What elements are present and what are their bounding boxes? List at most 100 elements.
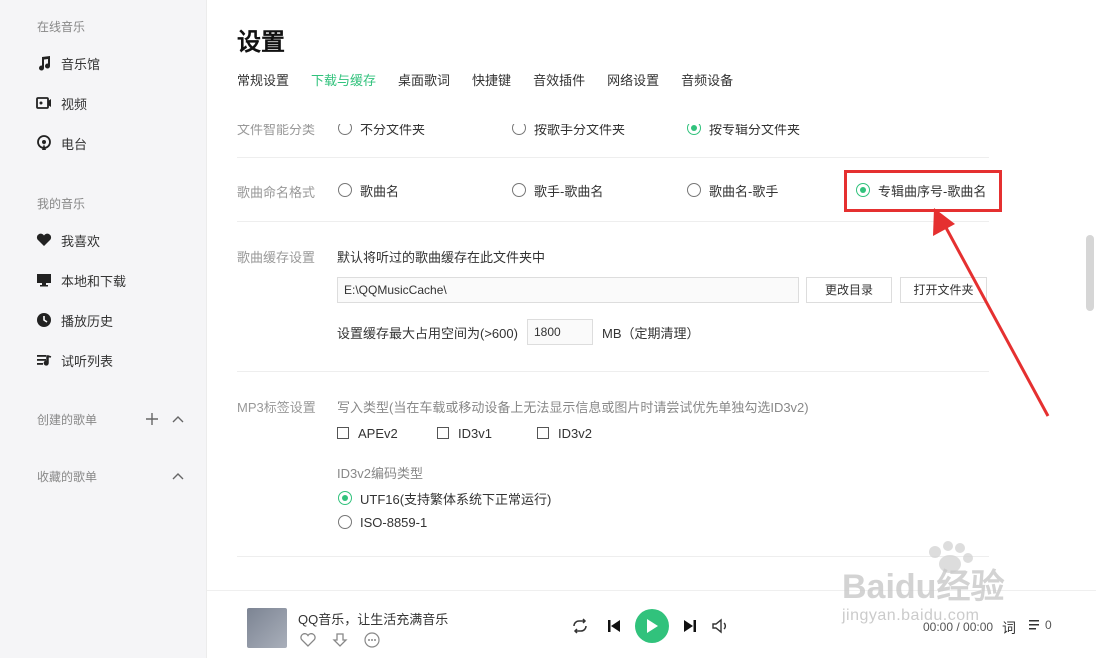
- settings-content: 文件智能分类 不分文件夹 按歌手分文件夹 按专辑分文件夹 歌曲命名格式 歌曲名 …: [207, 103, 1084, 590]
- cache-unit-note: MB（定期清理）: [602, 326, 700, 341]
- tag-checkbox-id3v2[interactable]: ID3v2: [537, 424, 592, 442]
- page-title: 设置: [237, 29, 285, 56]
- online-music-title: 在线音乐: [37, 20, 86, 34]
- sidebar-item-radio[interactable]: 电台: [34, 131, 87, 155]
- cache-path-field[interactable]: E:\QQMusicCache\: [337, 277, 799, 303]
- sidebar-item-trial-list[interactable]: 试听列表: [34, 348, 113, 372]
- like-icon[interactable]: [298, 630, 318, 650]
- album-cover[interactable]: [247, 608, 287, 648]
- radio-label: 专辑曲序号-歌曲名: [878, 183, 987, 199]
- radio-dot: [687, 183, 701, 197]
- tab-audio-device[interactable]: 音频设备: [681, 72, 733, 94]
- created-playlists-header: 创建的歌单: [37, 410, 187, 428]
- player-bar: QQ音乐，让生活充满音乐 00:00 / 00:00 词 0: [207, 590, 1096, 658]
- now-playing-title: QQ音乐，让生活充满音乐: [298, 612, 449, 627]
- id3v2-encoding-title: ID3v2编码类型: [337, 466, 423, 481]
- radio-label: 歌曲名: [360, 183, 400, 199]
- sidebar-item-label: 视频: [61, 96, 88, 112]
- sidebar-item-video[interactable]: 视频: [34, 91, 87, 115]
- radio-dot: [338, 491, 352, 505]
- loop-mode-icon[interactable]: [569, 615, 591, 637]
- checkbox-box: [337, 427, 349, 439]
- checkbox-label: ID3v1: [458, 425, 492, 441]
- encoding-option-utf16[interactable]: UTF16(支持繁体系统下正常运行): [338, 489, 551, 507]
- playback-controls: [569, 609, 731, 643]
- playback-time: 00:00 / 00:00: [923, 620, 994, 634]
- tab-network[interactable]: 网络设置: [607, 72, 659, 94]
- scroll-thumb[interactable]: [1086, 235, 1094, 311]
- mp3-tag-description: 写入类型(当在车载或移动设备上无法显示信息或图片时请尝试优先单独勾选ID3v2): [337, 400, 809, 415]
- sidebar-item-label: 音乐馆: [61, 56, 101, 72]
- divider: [237, 221, 989, 222]
- collected-playlists-title: 收藏的歌单: [37, 469, 98, 484]
- divider: [237, 371, 989, 372]
- naming-option-song-artist[interactable]: 歌曲名-歌手: [687, 181, 778, 199]
- my-music-title: 我的音乐: [37, 197, 86, 211]
- lyrics-button[interactable]: 词: [1002, 618, 1016, 638]
- sidebar-item-favorites[interactable]: 我喜欢: [34, 228, 100, 252]
- naming-option-artist-song[interactable]: 歌手-歌曲名: [512, 181, 603, 199]
- play-button[interactable]: [635, 609, 669, 643]
- add-playlist-button[interactable]: [143, 410, 161, 428]
- tab-desktop-lyrics[interactable]: 桌面歌词: [398, 72, 450, 94]
- checkbox-box: [437, 427, 449, 439]
- radio-icon: [34, 133, 54, 153]
- cache-max-space-label: 设置缓存最大占用空间为(>600): [337, 326, 518, 341]
- created-playlists-title: 创建的歌单: [37, 412, 98, 427]
- naming-format-label: 歌曲命名格式: [237, 185, 316, 200]
- sidebar-item-local-download[interactable]: 本地和下载: [34, 268, 126, 292]
- tab-shortcuts[interactable]: 快捷键: [472, 72, 511, 94]
- playlist-queue-icon: [1029, 619, 1043, 631]
- sidebar: 在线音乐 音乐馆 视频 电台 我的音乐 我喜欢 本地和下载 播放历史 试听列表 …: [0, 0, 207, 658]
- checkbox-box: [537, 427, 549, 439]
- volume-icon[interactable]: [709, 615, 731, 637]
- radio-label: 歌曲名-歌手: [709, 183, 779, 199]
- tag-checkbox-apev2[interactable]: APEv2: [337, 424, 398, 442]
- playlist-count: 0: [1045, 618, 1052, 632]
- radio-dot: [512, 183, 526, 197]
- naming-option-album-track-song[interactable]: 专辑曲序号-歌曲名: [856, 181, 986, 199]
- more-icon[interactable]: [362, 630, 382, 650]
- radio-dot: [856, 183, 870, 197]
- radio-label: ISO-8859-1: [360, 514, 428, 530]
- checkbox-label: ID3v2: [558, 425, 592, 441]
- sidebar-item-label: 播放历史: [61, 313, 114, 329]
- sidebar-item-music-hall[interactable]: 音乐馆: [34, 51, 100, 75]
- previous-track-icon[interactable]: [603, 615, 625, 637]
- music-note-icon: [34, 53, 54, 73]
- clock-icon: [34, 310, 54, 330]
- collapse-created-button[interactable]: [169, 410, 187, 428]
- collapse-collected-button[interactable]: [169, 467, 187, 485]
- monitor-icon: [34, 270, 54, 290]
- heart-icon: [34, 230, 54, 250]
- mp3-tag-label: MP3标签设置: [237, 400, 316, 415]
- playlist-icon: [34, 350, 54, 370]
- settings-scrollbar[interactable]: [1084, 103, 1096, 590]
- playlist-button[interactable]: 0: [1029, 618, 1052, 632]
- sidebar-item-label: 电台: [61, 136, 88, 152]
- sidebar-item-history[interactable]: 播放历史: [34, 308, 113, 332]
- tab-download-cache[interactable]: 下载与缓存: [311, 72, 376, 94]
- radio-label: 歌手-歌曲名: [534, 183, 604, 199]
- cache-description: 默认将听过的歌曲缓存在此文件夹中: [337, 250, 546, 265]
- divider: [237, 556, 989, 557]
- tab-general[interactable]: 常规设置: [237, 72, 289, 94]
- tab-sound-plugins[interactable]: 音效插件: [533, 72, 585, 94]
- sidebar-item-label: 试听列表: [61, 353, 114, 369]
- naming-option-song[interactable]: 歌曲名: [338, 181, 399, 199]
- tag-checkbox-id3v1[interactable]: ID3v1: [437, 424, 492, 442]
- encoding-option-iso-8859-1[interactable]: ISO-8859-1: [338, 513, 427, 531]
- cache-max-space-input[interactable]: 1800: [527, 319, 593, 345]
- sidebar-item-label: 我喜欢: [61, 233, 101, 249]
- radio-dot: [338, 183, 352, 197]
- radio-dot: [338, 515, 352, 529]
- video-icon: [34, 93, 54, 113]
- download-icon[interactable]: [330, 630, 350, 650]
- checkbox-label: APEv2: [358, 425, 398, 441]
- next-track-icon[interactable]: [679, 615, 701, 637]
- collected-playlists-header: 收藏的歌单: [37, 467, 187, 485]
- open-folder-button[interactable]: 打开文件夹: [900, 277, 987, 303]
- settings-tabs: 常规设置 下载与缓存 桌面歌词 快捷键 音效插件 网络设置 音频设备: [237, 72, 755, 94]
- change-directory-button[interactable]: 更改目录: [806, 277, 892, 303]
- sidebar-item-label: 本地和下载: [61, 273, 127, 289]
